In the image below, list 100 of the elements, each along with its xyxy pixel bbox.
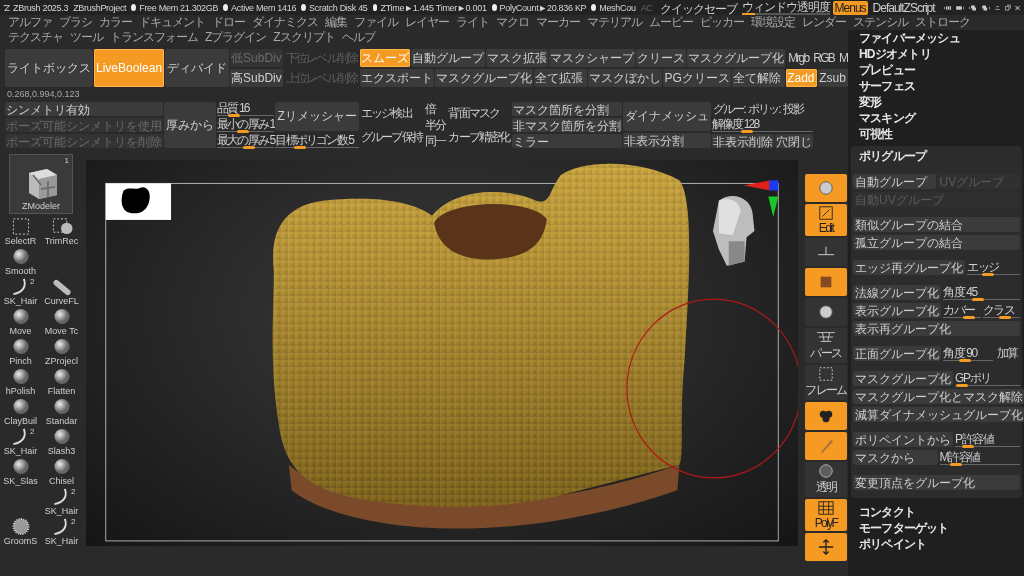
- brush-button[interactable]: SelectR: [0, 217, 41, 246]
- brush-button[interactable]: Chisel: [41, 457, 82, 486]
- menu-item[interactable]: Zスクリプト: [273, 29, 335, 46]
- panel-button[interactable]: 減算ダイナメッシュグループ化: [853, 407, 1024, 422]
- slider[interactable]: 最小の厚み 1: [217, 118, 275, 132]
- slider[interactable]: ウィンドウ透明度: [741, 0, 830, 15]
- toggle-label[interactable]: グループ保持: [359, 126, 423, 148]
- menu-item[interactable]: ストローク: [915, 14, 970, 31]
- tool-button[interactable]: ライトボックス: [5, 49, 93, 87]
- tool-button[interactable]: 全て解除: [731, 69, 786, 87]
- toggle-label[interactable]: 半分: [423, 118, 447, 132]
- toggle-label[interactable]: Mrgb: [786, 49, 811, 67]
- panel-title[interactable]: ポリグループ: [853, 148, 1020, 164]
- toggle-label[interactable]: ポリッ:: [746, 102, 781, 116]
- menu-item[interactable]: 可視性: [851, 126, 1022, 142]
- brush-button[interactable]: ClayBuil: [0, 397, 41, 426]
- toggle-label[interactable]: グルー:: [711, 102, 746, 116]
- tool-button[interactable]: マスクぼかし: [588, 69, 663, 87]
- brush-button[interactable]: 2 SK_Hair: [41, 517, 82, 546]
- restore-icon[interactable]: [1003, 2, 1011, 13]
- menu-item[interactable]: レイヤー: [405, 14, 449, 31]
- tool-button[interactable]: ダイナメッシュ: [622, 102, 711, 132]
- toggle-label[interactable]: RGB: [811, 49, 836, 67]
- top-button[interactable]: クイックセーブ: [657, 0, 739, 15]
- slider[interactable]: P許容値: [955, 432, 1020, 447]
- menu-item[interactable]: Zプラグイン: [205, 29, 267, 46]
- menu-item[interactable]: ライト: [456, 14, 489, 31]
- menu-item[interactable]: ブラシ: [59, 14, 92, 31]
- menu-item[interactable]: マテリアル: [587, 14, 642, 31]
- slider-thumb[interactable]: [982, 272, 995, 276]
- menu-item[interactable]: ドロー: [212, 14, 245, 31]
- slider[interactable]: 角度 90: [943, 346, 993, 361]
- toggle-label[interactable]: 背面マスク: [447, 102, 501, 124]
- tool-button[interactable]: ミラー: [511, 134, 622, 148]
- menu-item[interactable]: トランスフォーム: [110, 29, 198, 46]
- slider-thumb[interactable]: [999, 315, 1011, 319]
- tool-button[interactable]: 高SubDiv: [230, 69, 283, 87]
- brush-button[interactable]: Flatten: [41, 367, 82, 396]
- tool-button[interactable]: ディバイド: [165, 49, 230, 87]
- tool-button[interactable]: 非マスク箇所を分割: [511, 118, 622, 132]
- menu-item[interactable]: コンタクト: [851, 504, 1022, 520]
- slider[interactable]: 品質 16: [217, 102, 275, 116]
- menu-item[interactable]: ムービー: [649, 14, 693, 31]
- menu-item[interactable]: ファイバーメッシュ: [851, 30, 1022, 46]
- tool-button[interactable]: マスク拡張: [486, 49, 549, 67]
- brush-button[interactable]: Smooth: [0, 247, 41, 276]
- toolbar-button[interactable]: [805, 402, 847, 430]
- tool-button[interactable]: Zリメッシャー: [275, 102, 359, 132]
- brush-button[interactable]: hPolish: [0, 367, 41, 396]
- slider-thumb[interactable]: [949, 462, 962, 466]
- panel-button[interactable]: 変更頂点をグループ化: [853, 475, 1020, 490]
- brush-button[interactable]: ZProjecl: [41, 337, 82, 366]
- axis-gizmo-icon[interactable]: [743, 180, 779, 217]
- menu-item[interactable]: ヘルプ: [341, 29, 375, 46]
- brush-button[interactable]: TrimRec: [41, 217, 82, 246]
- panel-button[interactable]: マスクから: [853, 450, 938, 465]
- tool-button[interactable]: シンメトリ有効: [5, 102, 163, 116]
- panel-button[interactable]: マスクグループ化とマスク解除: [853, 389, 1024, 404]
- head-navigation-icon[interactable]: [712, 196, 755, 266]
- slider[interactable]: 最大の厚み 5: [217, 134, 275, 148]
- toggle-label[interactable]: 同一: [423, 134, 447, 148]
- brush-button[interactable]: 2 SK_Hair: [0, 277, 41, 306]
- brush-button[interactable]: Move Tc: [41, 307, 82, 336]
- slider[interactable]: M許容値: [939, 450, 1020, 465]
- tool-button[interactable]: マスクグループ化: [687, 49, 786, 67]
- brush-button[interactable]: Move: [0, 307, 41, 336]
- menu-item[interactable]: ステンシル: [853, 14, 908, 31]
- current-tool-button[interactable]: 1 ZModeler: [9, 154, 73, 214]
- menu-item[interactable]: アルファ: [8, 14, 52, 31]
- slider-thumb[interactable]: [740, 130, 753, 133]
- slider-thumb[interactable]: [962, 444, 974, 448]
- slider[interactable]: GPポリ: [955, 371, 1020, 386]
- slider-thumb[interactable]: [959, 358, 972, 362]
- menu-item[interactable]: サーフェス: [851, 78, 1022, 94]
- toolbar-button[interactable]: 透明: [805, 462, 847, 497]
- menu-item[interactable]: ピッカー: [700, 14, 744, 31]
- slider[interactable]: 目標ポリゴン数 5: [275, 133, 359, 148]
- menu-item[interactable]: テクスチャ: [8, 29, 63, 46]
- panel-button[interactable]: マスクグループ化: [853, 371, 953, 386]
- toggle-label[interactable]: 倍: [423, 102, 437, 116]
- menu-item[interactable]: マーカー: [536, 14, 580, 31]
- slider-thumb[interactable]: [971, 297, 984, 301]
- toggle-label[interactable]: 加算: [994, 346, 1020, 361]
- tool-button[interactable]: クリース: [636, 49, 687, 67]
- brush-button[interactable]: Slash3: [41, 427, 82, 456]
- slider[interactable]: カバー: [943, 303, 981, 318]
- brush-button[interactable]: 2 SK_Hair: [0, 427, 41, 456]
- slider-track[interactable]: [741, 12, 830, 15]
- slider-thumb[interactable]: [228, 114, 241, 117]
- panel-button[interactable]: 法線グループ化: [853, 285, 941, 300]
- menu-item[interactable]: マクロ: [496, 14, 529, 31]
- tool-button[interactable]: 自動グループ: [411, 49, 486, 67]
- menu-item[interactable]: マスキング: [851, 110, 1022, 126]
- panel-button[interactable]: エッジ再グループ化: [853, 260, 965, 275]
- slider[interactable]: 解像度 128: [711, 118, 813, 132]
- menu-item[interactable]: 変形: [851, 94, 1022, 110]
- panel-button[interactable]: 正面グループ化: [853, 346, 941, 361]
- tool-button[interactable]: 非表示分割: [622, 133, 711, 148]
- menu-item[interactable]: ドキュメント: [139, 14, 205, 31]
- panel-button[interactable]: 自動グループ: [853, 174, 936, 189]
